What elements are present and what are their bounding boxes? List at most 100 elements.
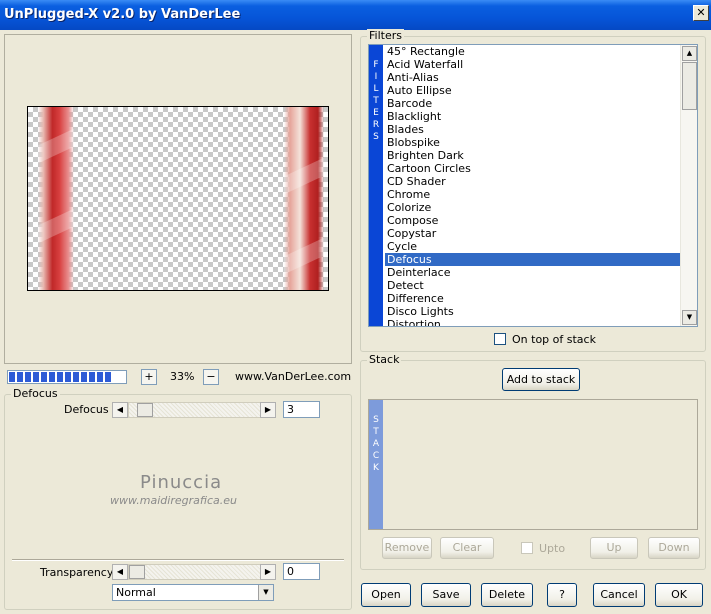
progress-bar [7, 370, 127, 384]
sidebar-letter: L [373, 84, 379, 94]
sidebar-letter: A [372, 439, 380, 449]
filter-item[interactable]: Detect [385, 279, 681, 292]
window-title: UnPlugged-X v2.0 by VanDerLee [4, 7, 241, 22]
filter-item[interactable]: Chrome [385, 188, 681, 201]
down-button[interactable]: Down [648, 537, 700, 559]
preview-stripe-right [284, 107, 324, 290]
chevron-down-icon[interactable]: ▼ [258, 585, 273, 600]
transparency-right-arrow[interactable]: ▶ [260, 564, 276, 580]
blend-mode-value: Normal [116, 586, 156, 599]
defocus-slider-thumb[interactable] [137, 403, 153, 417]
sidebar-letter: C [372, 451, 380, 461]
scroll-down-icon[interactable]: ▼ [682, 310, 697, 325]
scroll-up-icon[interactable]: ▲ [682, 46, 697, 61]
delete-button[interactable]: Delete [481, 583, 533, 607]
up-button[interactable]: Up [590, 537, 638, 559]
upto-checkbox[interactable] [521, 542, 533, 554]
sidebar-letter: I [374, 72, 378, 82]
defocus-value-field[interactable]: 3 [283, 401, 320, 418]
filters-sidebar: FILTERS [369, 45, 383, 326]
close-button[interactable]: ✕ [693, 5, 709, 21]
add-to-stack-button[interactable]: Add to stack [502, 368, 580, 391]
progress-segment [105, 372, 111, 382]
filters-group-title: Filters [367, 29, 404, 42]
defocus-slider[interactable] [128, 402, 261, 418]
progress-segment [81, 372, 87, 382]
filter-item[interactable]: Cartoon Circles [385, 162, 681, 175]
filter-item[interactable]: Acid Waterfall [385, 58, 681, 71]
defocus-param-label: Defocus [64, 403, 109, 416]
defocus-group-title: Defocus [11, 387, 60, 400]
preview-stripe-left [38, 107, 74, 290]
progress-segment [89, 372, 95, 382]
transparency-slider[interactable] [128, 564, 261, 580]
scroll-thumb[interactable] [682, 62, 697, 110]
progress-segment [97, 372, 103, 382]
defocus-left-arrow[interactable]: ◀ [112, 402, 128, 418]
filters-scrollbar[interactable]: ▲ ▼ [680, 45, 697, 326]
divider [12, 559, 344, 561]
help-button[interactable]: ? [547, 583, 577, 607]
stack-sidebar: STACK [369, 400, 383, 529]
transparency-label: Transparency [40, 566, 114, 579]
filters-items: 45° Rectangle Acid Waterfall Anti-Alias Aut… [385, 45, 681, 326]
remove-button[interactable]: Remove [382, 537, 432, 559]
watermark-name: Pinuccia [140, 472, 223, 493]
transparency-value-field[interactable]: 0 [283, 563, 320, 580]
filter-item[interactable]: Compose [385, 214, 681, 227]
sidebar-letter: S [373, 132, 379, 142]
sidebar-letter: R [372, 120, 380, 130]
progress-segment [9, 372, 15, 382]
preview-image [27, 106, 329, 291]
filter-item[interactable]: CD Shader [385, 175, 681, 188]
filters-list[interactable]: FILTERS 45° Rectangle Acid Waterfall Anti-… [368, 44, 698, 327]
save-button[interactable]: Save [421, 583, 471, 607]
defocus-right-arrow[interactable]: ▶ [260, 402, 276, 418]
filter-item[interactable]: Distortion [385, 318, 681, 326]
sidebar-letter: K [373, 463, 379, 473]
ok-button[interactable]: OK [655, 583, 703, 607]
blend-mode-select[interactable]: Normal ▼ [112, 584, 274, 601]
progress-segment [49, 372, 55, 382]
filter-item[interactable]: Barcode [385, 97, 681, 110]
clear-button[interactable]: Clear [440, 537, 494, 559]
sidebar-letter: T [373, 427, 379, 437]
watermark-url: www.maidiregrafica.eu [110, 494, 237, 507]
zoom-out-button[interactable]: − [203, 369, 219, 385]
filter-item[interactable]: Disco Lights [385, 305, 681, 318]
filter-item[interactable]: Anti-Alias [385, 71, 681, 84]
filter-item[interactable]: Defocus [385, 253, 681, 266]
progress-segment [25, 372, 31, 382]
filter-item[interactable]: Colorize [385, 201, 681, 214]
upto-label: Upto [539, 542, 566, 555]
zoom-in-button[interactable]: + [141, 369, 157, 385]
sidebar-letter: E [373, 108, 379, 118]
transparency-left-arrow[interactable]: ◀ [112, 564, 128, 580]
filter-item[interactable]: Auto Ellipse [385, 84, 681, 97]
zoom-level: 33% [170, 370, 195, 383]
stack-list[interactable]: STACK [368, 399, 698, 530]
filter-item[interactable]: Difference [385, 292, 681, 305]
progress-segment [17, 372, 23, 382]
on-top-checkbox[interactable] [494, 333, 506, 345]
sidebar-letter: S [373, 415, 379, 425]
progress-segment [41, 372, 47, 382]
filter-item[interactable]: Copystar [385, 227, 681, 240]
transparency-slider-thumb[interactable] [129, 565, 145, 579]
stack-group-title: Stack [367, 353, 402, 366]
cancel-button[interactable]: Cancel [593, 583, 645, 607]
filter-item[interactable]: Blades [385, 123, 681, 136]
filter-item[interactable]: Cycle [385, 240, 681, 253]
filter-item[interactable]: Deinterlace [385, 266, 681, 279]
website-link[interactable]: www.VanDerLee.com [235, 370, 351, 383]
filter-item[interactable]: Blacklight [385, 110, 681, 123]
open-button[interactable]: Open [361, 583, 411, 607]
filter-item[interactable]: Brighten Dark [385, 149, 681, 162]
progress-segment [33, 372, 39, 382]
filter-item[interactable]: 45° Rectangle [385, 45, 681, 58]
on-top-label: On top of stack [512, 333, 596, 346]
sidebar-letter: T [373, 96, 379, 106]
filter-item[interactable]: Blobspike [385, 136, 681, 149]
sidebar-letter: F [373, 60, 379, 70]
progress-segment [73, 372, 79, 382]
